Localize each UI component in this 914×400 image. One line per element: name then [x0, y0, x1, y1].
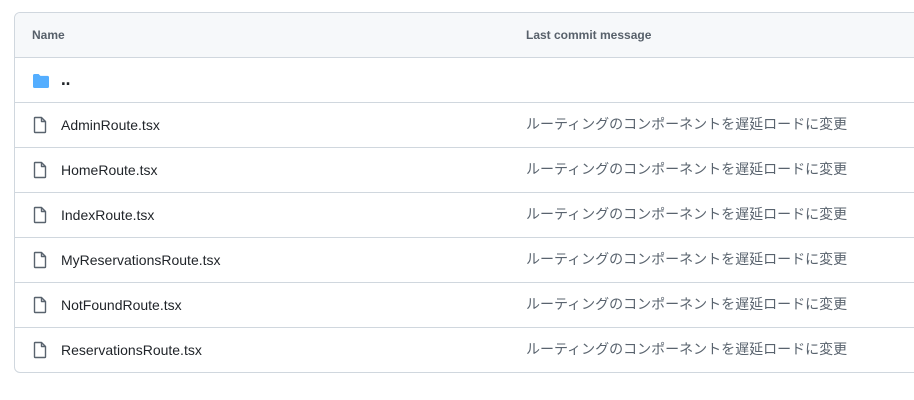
file-name-link[interactable]: IndexRoute.tsx: [61, 193, 154, 237]
file-icon: [32, 161, 48, 179]
commit-message-link[interactable]: ルーティングのコンポーネントを遅延ロードに変更: [526, 238, 847, 282]
commit-message-link[interactable]: ルーティングのコンポーネントを遅延ロードに変更: [526, 193, 847, 237]
file-name-link[interactable]: NotFoundRoute.tsx: [61, 283, 182, 327]
file-row[interactable]: NotFoundRoute.tsx ルーティングのコンポーネントを遅延ロードに変更: [15, 283, 914, 328]
column-header-name[interactable]: Name: [32, 13, 65, 57]
file-row[interactable]: IndexRoute.tsx ルーティングのコンポーネントを遅延ロードに変更: [15, 193, 914, 238]
commit-message-link[interactable]: ルーティングのコンポーネントを遅延ロードに変更: [526, 283, 847, 327]
file-icon: [32, 116, 48, 134]
file-icon: [32, 206, 48, 224]
file-name-link[interactable]: ReservationsRoute.tsx: [61, 328, 202, 372]
file-name-link[interactable]: MyReservationsRoute.tsx: [61, 238, 221, 282]
commit-message-link[interactable]: ルーティングのコンポーネントを遅延ロードに変更: [526, 148, 847, 192]
file-icon: [32, 341, 48, 359]
column-header-last-commit-message: Last commit message: [526, 28, 652, 42]
file-name-link[interactable]: HomeRoute.tsx: [61, 148, 157, 192]
commit-message-link[interactable]: ルーティングのコンポーネントを遅延ロードに変更: [526, 103, 847, 147]
file-icon: [32, 251, 48, 269]
commit-message-link[interactable]: ルーティングのコンポーネントを遅延ロードに変更: [526, 328, 847, 372]
parent-directory-row[interactable]: ‥: [15, 58, 914, 103]
file-row[interactable]: MyReservationsRoute.tsx ルーティングのコンポーネントを遅延…: [15, 238, 914, 283]
file-table: Name Last commit message ‥ AdminRoute.ts…: [14, 12, 914, 373]
table-header: Name Last commit message: [15, 13, 914, 58]
file-row[interactable]: HomeRoute.tsx ルーティングのコンポーネントを遅延ロードに変更: [15, 148, 914, 193]
file-row[interactable]: AdminRoute.tsx ルーティングのコンポーネントを遅延ロードに変更: [15, 103, 914, 148]
file-name-link[interactable]: AdminRoute.tsx: [61, 103, 160, 147]
folder-icon: [32, 71, 49, 89]
file-icon: [32, 296, 48, 314]
parent-directory-link[interactable]: ‥: [61, 58, 71, 102]
file-row[interactable]: ReservationsRoute.tsx ルーティングのコンポーネントを遅延ロー…: [15, 328, 914, 372]
